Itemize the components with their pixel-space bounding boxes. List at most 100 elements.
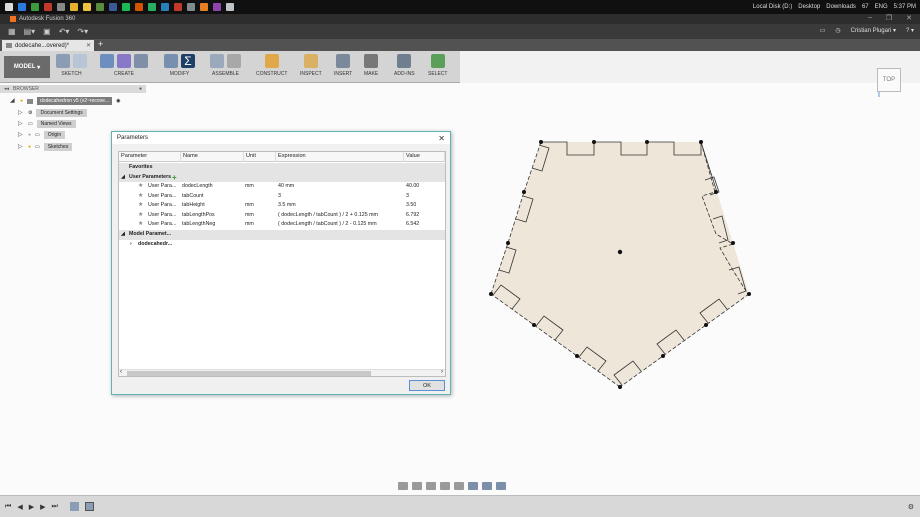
browser-item-document-settings[interactable]: ▷ ⚙ Document Settings bbox=[18, 109, 87, 117]
go-to-end-icon[interactable]: ⏭ bbox=[51, 503, 57, 511]
column-header-unit[interactable]: Unit bbox=[244, 152, 276, 162]
taskbar-app-icon[interactable] bbox=[200, 3, 208, 11]
undo-icon[interactable]: ↶▾ bbox=[59, 27, 70, 36]
column-header-value[interactable]: Value bbox=[404, 152, 445, 162]
workspace-switcher[interactable]: MODEL ▾ bbox=[4, 56, 50, 78]
help-icon[interactable]: ? ▾ bbox=[906, 27, 914, 34]
scroll-right-icon[interactable]: › bbox=[441, 369, 443, 375]
favorite-star-icon[interactable]: ★ bbox=[138, 192, 143, 202]
expand-arrow-icon[interactable]: ◢ bbox=[10, 98, 16, 104]
taskbar-app-icon[interactable] bbox=[109, 3, 117, 11]
column-header-parameter[interactable]: Parameter bbox=[119, 152, 181, 162]
expand-arrow-icon[interactable]: ▷ bbox=[18, 144, 24, 150]
expand-arrow-icon[interactable]: ▷ bbox=[18, 110, 24, 116]
taskbar-app-icon[interactable] bbox=[70, 3, 78, 11]
table-row[interactable]: ★ User Para... tabLengthNeg mm ( dodecLe… bbox=[119, 220, 445, 230]
close-icon[interactable]: ✕ bbox=[438, 134, 445, 143]
collapse-arrow-icon[interactable]: ◢ bbox=[121, 230, 125, 240]
restore-icon[interactable]: ❐ bbox=[886, 14, 892, 22]
parameter-name-cell[interactable]: tabLengthPos bbox=[182, 211, 215, 221]
zoom-icon[interactable] bbox=[440, 481, 450, 490]
orbit-icon[interactable] bbox=[398, 481, 408, 490]
taskbar-app-icon[interactable] bbox=[122, 3, 130, 11]
timeline-feature-sketch-icon[interactable] bbox=[84, 502, 94, 511]
model-parameters-section-row[interactable]: ◢ Model Paramet... bbox=[119, 230, 445, 240]
new-tab-plus-icon[interactable]: + bbox=[98, 39, 103, 49]
windows-start-icon[interactable] bbox=[5, 3, 13, 11]
column-header-name[interactable]: Name bbox=[181, 152, 244, 162]
taskbar-app-icon[interactable] bbox=[57, 3, 65, 11]
activate-radio-icon[interactable]: ◉ bbox=[116, 98, 120, 104]
expand-arrow-icon[interactable]: › bbox=[130, 240, 132, 250]
lightbulb-icon[interactable]: ● bbox=[28, 144, 31, 150]
parameter-expression-cell[interactable]: ( dodecLength / tabCount ) / 2 - 0.125 m… bbox=[278, 220, 377, 230]
step-back-icon[interactable]: ◀ bbox=[17, 503, 22, 511]
display-settings-icon[interactable] bbox=[468, 481, 478, 490]
favorite-star-icon[interactable]: ★ bbox=[138, 211, 143, 221]
grid-settings-icon[interactable] bbox=[482, 481, 492, 490]
taskbar-app-icon[interactable] bbox=[96, 3, 104, 11]
timeline-feature-sketch-icon[interactable] bbox=[69, 502, 79, 511]
minimize-icon[interactable]: – bbox=[868, 14, 872, 21]
favorite-star-icon[interactable]: ★ bbox=[138, 182, 143, 192]
user-parameters-section-row[interactable]: ◢ User Parameters + bbox=[119, 172, 445, 183]
parameter-expression-cell[interactable]: ( dodecLength / tabCount ) / 2 + 0.125 m… bbox=[278, 211, 378, 221]
timeline-settings-gear-icon[interactable]: ⚙ bbox=[908, 503, 914, 511]
viewports-icon[interactable] bbox=[496, 481, 506, 490]
scrollbar-thumb[interactable] bbox=[127, 371, 371, 376]
parameter-unit-cell[interactable]: mm bbox=[245, 182, 254, 192]
step-forward-icon[interactable]: ▶ bbox=[40, 503, 45, 511]
taskbar-app-icon[interactable] bbox=[213, 3, 221, 11]
collapse-panel-icon[interactable]: ◂◂ bbox=[4, 86, 9, 92]
zoom-window-icon[interactable] bbox=[454, 481, 464, 490]
pan-hand-icon[interactable] bbox=[426, 481, 436, 490]
browser-header[interactable]: ◂◂ BROWSER ● bbox=[0, 85, 146, 93]
play-icon[interactable]: ▶ bbox=[29, 503, 34, 511]
table-row[interactable]: ★ User Para... dodecLength mm 40 mm 40.0… bbox=[119, 182, 445, 192]
taskbar-app-icon[interactable] bbox=[148, 3, 156, 11]
ok-button[interactable]: OK bbox=[409, 380, 445, 391]
data-panel-grid-icon[interactable]: ▦ bbox=[8, 27, 16, 36]
taskbar-downloads-link[interactable]: Downloads bbox=[826, 4, 856, 10]
ribbon-group-construct[interactable]: CONSTRUCT bbox=[256, 54, 287, 77]
parameter-name-cell[interactable]: tabLengthNeg bbox=[182, 220, 215, 230]
parameter-unit-cell[interactable]: mm bbox=[245, 201, 254, 211]
redo-icon[interactable]: ↷▾ bbox=[77, 27, 88, 36]
parameter-name-cell[interactable]: tabHeight bbox=[182, 201, 205, 211]
close-tab-icon[interactable]: ✕ bbox=[86, 42, 91, 49]
taskbar-app-icon[interactable] bbox=[187, 3, 195, 11]
parameter-expression-cell[interactable]: 40 mm bbox=[278, 182, 294, 192]
parameter-unit-cell[interactable]: mm bbox=[245, 211, 254, 221]
parameter-expression-cell[interactable]: 3 bbox=[278, 192, 281, 202]
browser-root-node[interactable]: ◢ ● dodecahedron v5 (v2~recove... ◉ bbox=[10, 97, 120, 105]
ribbon-group-insert[interactable]: INSERT bbox=[334, 54, 352, 77]
table-row[interactable]: ★ User Para... tabLengthPos mm ( dodecLe… bbox=[119, 211, 445, 221]
taskbar-app-icon[interactable] bbox=[135, 3, 143, 11]
ribbon-group-inspect[interactable]: INSPECT bbox=[300, 54, 322, 77]
save-icon[interactable]: ▣ bbox=[43, 27, 51, 36]
taskbar-app-icon[interactable] bbox=[18, 3, 26, 11]
ribbon-group-add-ins[interactable]: ADD-INS bbox=[394, 54, 415, 77]
lightbulb-off-icon[interactable]: ● bbox=[28, 132, 31, 138]
file-menu-icon[interactable]: ▤▾ bbox=[24, 27, 36, 36]
parameter-unit-cell[interactable]: mm bbox=[245, 220, 254, 230]
model-parameters-child-row[interactable]: › dodecahedr... bbox=[119, 240, 445, 250]
parameter-name-cell[interactable]: tabCount bbox=[182, 192, 204, 202]
taskbar-app-icon[interactable] bbox=[174, 3, 182, 11]
ribbon-group-make[interactable]: MAKE bbox=[364, 54, 378, 77]
look-at-icon[interactable] bbox=[412, 481, 422, 490]
taskbar-drive-link[interactable]: Local Disk (D:) bbox=[753, 4, 792, 10]
expand-arrow-icon[interactable]: ▷ bbox=[18, 121, 24, 127]
ribbon-group-create[interactable]: CREATE bbox=[100, 54, 148, 77]
table-row[interactable]: ★ User Para... tabCount 3 3 bbox=[119, 192, 445, 202]
browser-item-named-views[interactable]: ▷ ▭ Named Views bbox=[18, 120, 76, 128]
favorite-star-icon[interactable]: ★ bbox=[138, 201, 143, 211]
parameter-name-cell[interactable]: dodecLength bbox=[182, 182, 213, 192]
browser-item-origin[interactable]: ▷ ● ▭ Origin bbox=[18, 131, 66, 139]
column-header-expression[interactable]: Expression bbox=[276, 152, 404, 162]
favorite-star-icon[interactable]: ★ bbox=[138, 220, 143, 230]
taskbar-app-icon[interactable] bbox=[44, 3, 52, 11]
collapse-arrow-icon[interactable]: ◢ bbox=[121, 173, 125, 183]
view-cube[interactable]: TOP bbox=[877, 68, 901, 92]
browser-pin-icon[interactable]: ● bbox=[139, 86, 142, 92]
